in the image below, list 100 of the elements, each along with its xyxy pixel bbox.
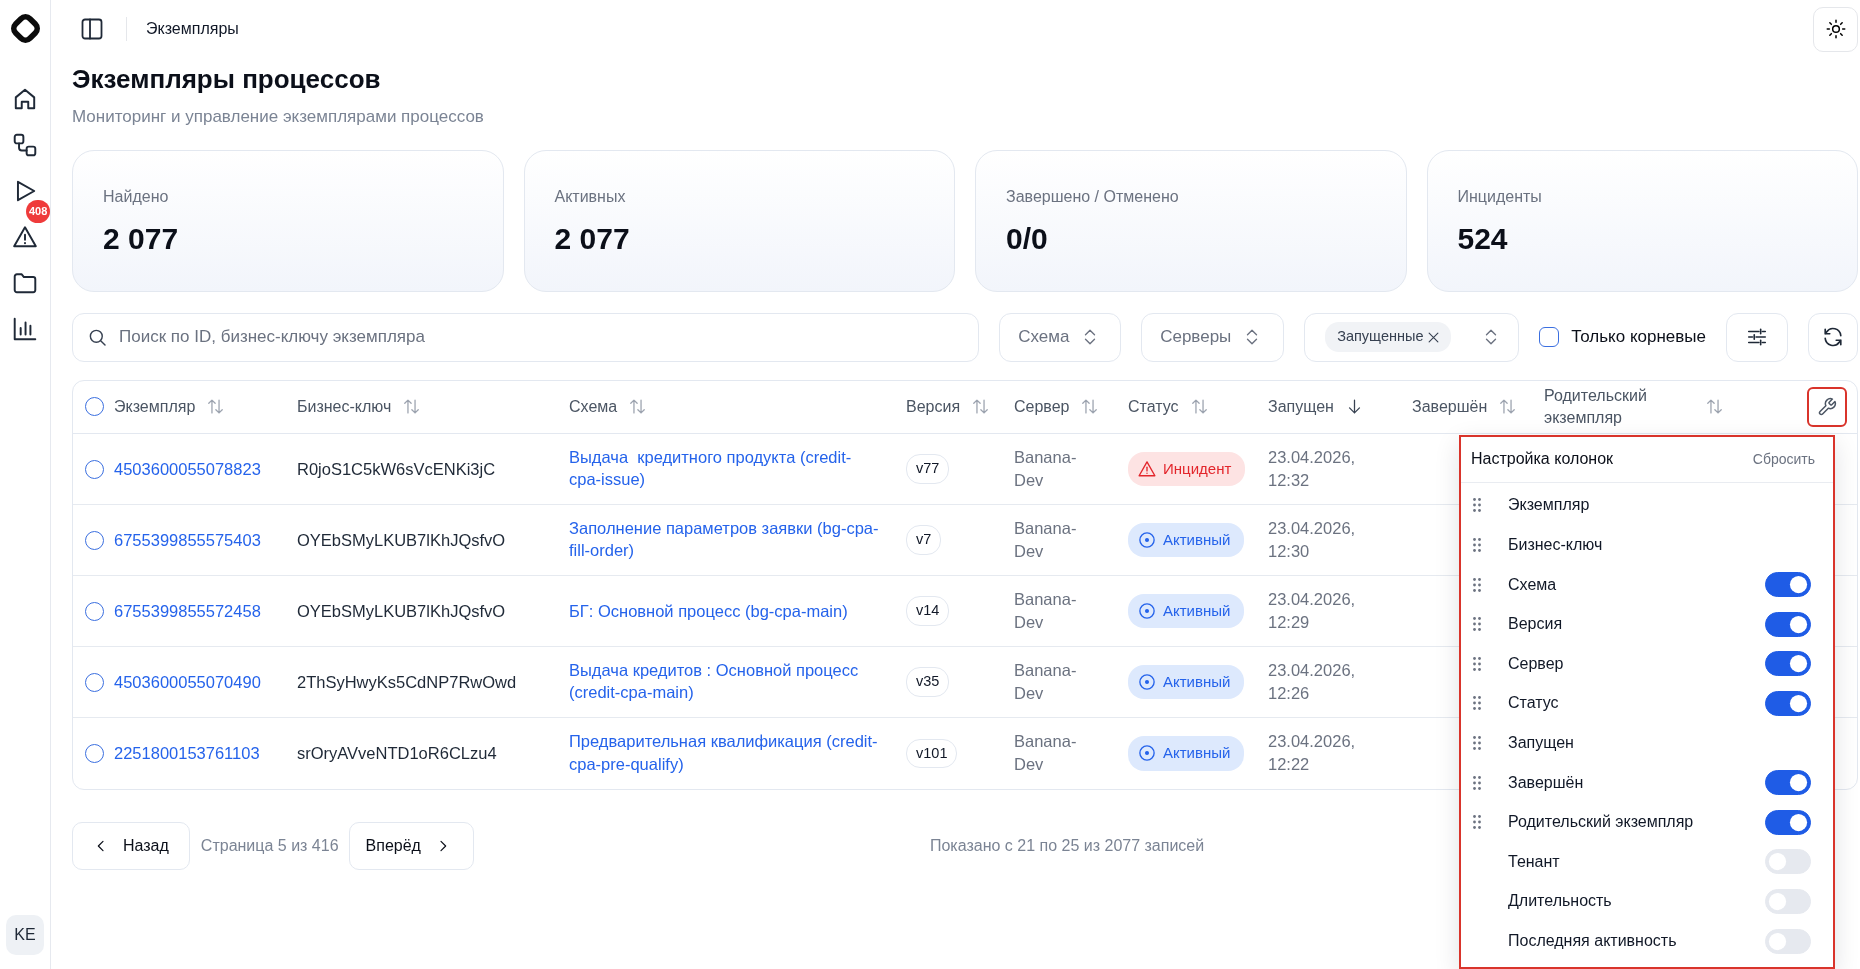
folder-icon[interactable] — [12, 270, 38, 296]
prev-button[interactable]: Назад — [72, 821, 190, 870]
filter-settings-button[interactable] — [1726, 312, 1788, 362]
column-header[interactable]: Завершён — [1412, 396, 1488, 418]
column-header[interactable]: Экземпляр — [114, 396, 196, 418]
sort-icon[interactable] — [1081, 398, 1099, 416]
sort-icon[interactable] — [403, 398, 421, 416]
filter-dropdown[interactable]: Серверы — [1141, 312, 1285, 362]
column-settings-button[interactable] — [1809, 388, 1845, 425]
business-key: OYEbSMyLKUB7lKhJQsfvO — [297, 530, 506, 549]
stat-label: Активных — [554, 186, 626, 207]
status-label: Инцидент — [1163, 458, 1232, 479]
column-label: Тенант — [1508, 851, 1560, 872]
drag-handle-icon[interactable] — [1473, 498, 1481, 513]
drag-handle-icon[interactable] — [1473, 696, 1481, 711]
checkbox[interactable] — [85, 459, 104, 479]
toggle-switch[interactable] — [1765, 770, 1811, 796]
start-time: 23.04.2026, 12:32 — [1268, 446, 1357, 491]
instance-link[interactable]: 2251800153761103 — [114, 741, 260, 766]
drag-handle-icon[interactable] — [1473, 538, 1481, 553]
column-header[interactable]: Статус — [1128, 396, 1179, 418]
drag-handle-icon[interactable] — [1473, 736, 1481, 751]
checkbox-label[interactable]: Только корневые — [1571, 324, 1706, 350]
sort-icon[interactable] — [1706, 398, 1723, 416]
toggle-switch[interactable] — [1765, 690, 1811, 716]
sort-icon[interactable] — [972, 398, 990, 416]
schema-link[interactable]: Заполнение параметров заявки (bg-cpa-fill-order) — [569, 517, 882, 562]
schema-link[interactable]: БГ: Основной процесс (bg-cpa-main) — [569, 599, 848, 623]
next-button[interactable]: Вперёд — [348, 821, 474, 870]
reset-link[interactable]: Сбросить — [1752, 448, 1815, 470]
refresh-button[interactable] — [1808, 312, 1858, 362]
records-summary: Показано с 21 по 25 из 2077 записей — [929, 835, 1205, 856]
version-tag: v101 — [906, 738, 958, 769]
status-dropdown[interactable]: Запущенные — [1304, 312, 1520, 362]
user-avatar[interactable]: KE — [6, 915, 44, 955]
theme-button[interactable] — [1813, 6, 1858, 52]
page-info: Страница 5 из 416 — [200, 835, 339, 856]
status-label: Активный — [1163, 743, 1231, 764]
checkbox[interactable] — [85, 530, 104, 550]
search-field[interactable]: Поиск по ID, бизнес-ключу экземпляра — [72, 312, 980, 362]
column-header[interactable]: Сервер — [1014, 396, 1070, 418]
status-label: Активный — [1163, 529, 1231, 550]
stat-label: Найдено — [103, 186, 169, 207]
sort-icon[interactable] — [1499, 398, 1517, 416]
sort-icon[interactable] — [1190, 398, 1208, 416]
stat-value: 2 077 — [103, 220, 179, 257]
popover-title: Настройка колонок — [1471, 449, 1614, 470]
column-label: Статус — [1508, 693, 1559, 714]
schema-link[interactable]: Выдача кредитов : Основной процесс (credit-cpa-main) — [569, 659, 882, 704]
stat-value: 2 077 — [554, 220, 630, 257]
sort-icon[interactable] — [207, 398, 225, 416]
breadcrumb[interactable]: Экземпляры — [146, 17, 239, 41]
business-key: OYEbSMyLKUB7lKhJQsfvO — [297, 601, 506, 620]
checkbox[interactable] — [85, 672, 104, 692]
checkbox[interactable] — [85, 601, 104, 621]
toggle-switch[interactable] — [1765, 651, 1811, 677]
column-label: Бизнес-ключ — [1508, 535, 1603, 556]
schema-link[interactable]: Выдача кредитного продукта (credit-cpa-issue) — [569, 446, 882, 491]
server-name: Banana-Dev — [1014, 446, 1078, 491]
column-label: Сервер — [1508, 653, 1564, 674]
warning-icon[interactable] — [12, 224, 38, 250]
sidebar-toggle-icon[interactable] — [80, 17, 104, 41]
checkbox[interactable] — [85, 743, 104, 763]
column-label: Длительность — [1508, 891, 1612, 912]
drag-handle-icon[interactable] — [1473, 617, 1481, 632]
toggle-switch[interactable] — [1765, 809, 1811, 835]
column-header[interactable]: Версия — [906, 396, 961, 418]
instance-link[interactable]: 6755399855575403 — [114, 527, 261, 553]
checkbox[interactable] — [1539, 327, 1560, 348]
instance-link[interactable]: 4503600055070490 — [114, 669, 261, 695]
page-subtitle: Мониторинг и управление экземплярами процессов — [72, 106, 484, 129]
search-icon — [88, 327, 107, 347]
bar-chart-icon[interactable] — [12, 316, 38, 342]
logo-icon[interactable] — [10, 14, 40, 43]
toggle-switch[interactable] — [1765, 572, 1811, 598]
version-tag: v7 — [906, 525, 942, 556]
column-header[interactable]: Схема — [569, 396, 618, 418]
version-tag: v77 — [906, 454, 950, 485]
business-key: R0joS1C5kW6sVcENKi3jC — [297, 459, 496, 478]
instance-link[interactable]: 4503600055078823 — [114, 456, 261, 482]
drag-handle-icon[interactable] — [1473, 577, 1481, 592]
column-header[interactable]: Бизнес-ключ — [297, 396, 392, 418]
column-header[interactable]: Запущен — [1268, 396, 1334, 418]
checkbox[interactable] — [85, 397, 104, 417]
column-label: Завершён — [1508, 772, 1584, 793]
drag-handle-icon[interactable] — [1473, 656, 1481, 671]
column-label: Родительский экземпляр — [1508, 812, 1694, 833]
stat-value: 524 — [1457, 220, 1508, 257]
home-icon[interactable] — [12, 86, 38, 112]
filter-dropdown[interactable]: Схема — [999, 312, 1122, 362]
sort-icon[interactable] — [629, 398, 647, 416]
schema-link[interactable]: Предварительная квалификация (credit-cpa-pre-qualify) — [569, 730, 882, 775]
flow-icon[interactable] — [12, 132, 38, 158]
drag-handle-icon[interactable] — [1473, 815, 1481, 830]
instance-link[interactable]: 6755399855572458 — [114, 598, 261, 624]
column-label: Экземпляр — [1508, 495, 1590, 516]
column-header[interactable]: Родительский экземпляр — [1544, 385, 1694, 429]
column-label: Схема — [1508, 574, 1557, 595]
drag-handle-icon[interactable] — [1473, 775, 1481, 790]
toggle-switch[interactable] — [1765, 611, 1811, 637]
